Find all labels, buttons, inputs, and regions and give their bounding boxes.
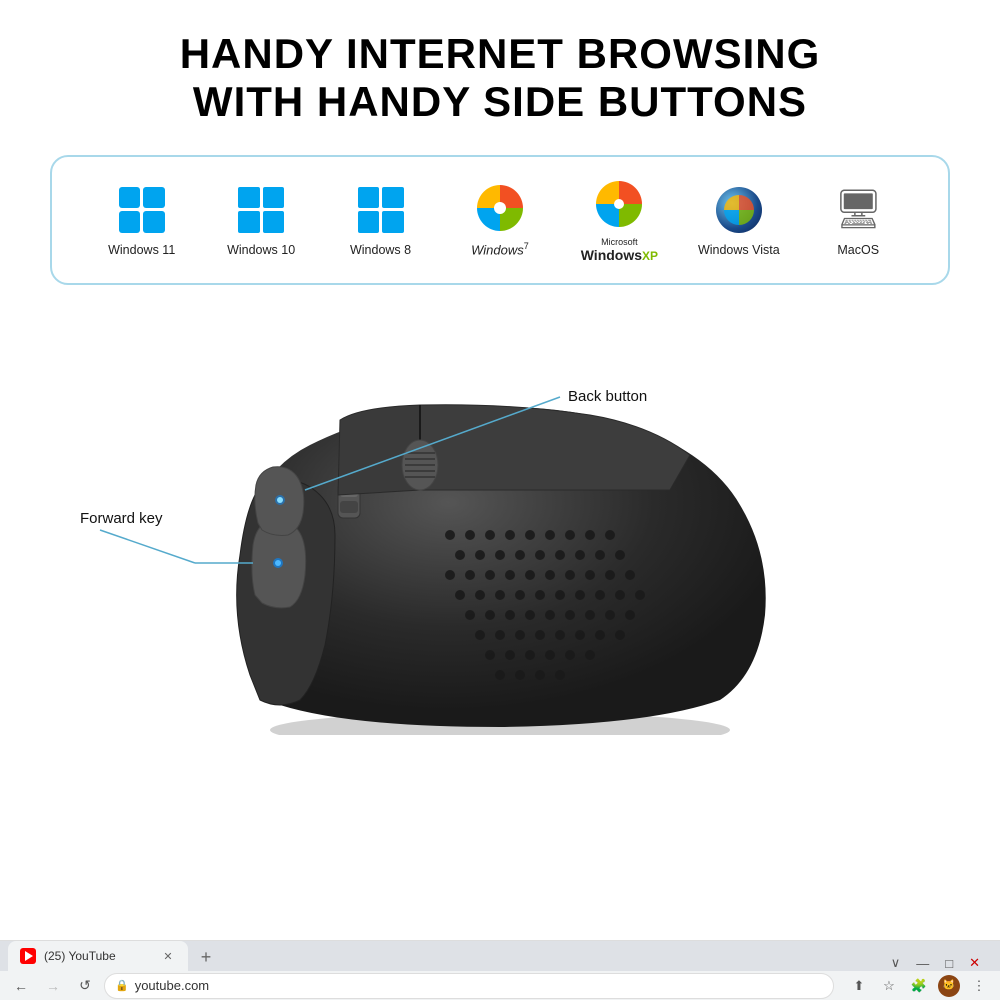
macos-icon: 🖥 <box>828 183 888 237</box>
headline-line1: HANDY INTERNET BROWSING <box>180 30 821 77</box>
address-bar[interactable]: 🔒 youtube.com <box>104 973 834 999</box>
windows10-icon <box>231 183 291 237</box>
os-label-windowsxp: Microsoft WindowsXP <box>581 237 658 263</box>
os-item-windows7: Windows7 <box>455 181 545 257</box>
windows8-icon <box>351 183 411 237</box>
os-label-windows8: Windows 8 <box>350 243 411 257</box>
back-nav-button[interactable]: ← <box>8 973 34 999</box>
mouse-diagram-svg: Back button Forward key <box>70 335 930 735</box>
window-close[interactable]: ✕ <box>969 955 980 971</box>
lock-icon: 🔒 <box>115 979 129 992</box>
window-minimize[interactable]: — <box>916 956 929 971</box>
forward-nav-button[interactable]: → <box>40 973 66 999</box>
headline-line2: WITH HANDY SIDE BUTTONS <box>193 78 807 125</box>
browser-chrome: (25) YouTube ✕ + ∨ — □ ✕ ← → ↺ 🔒 youtube… <box>0 940 1000 1000</box>
os-label-windows7: Windows7 <box>471 241 529 257</box>
windowsxp-icon <box>589 177 649 231</box>
os-item-windows11: Windows 11 <box>97 183 187 257</box>
address-text: youtube.com <box>135 978 209 993</box>
back-button-label: Back button <box>568 388 647 405</box>
tab-close-button[interactable]: ✕ <box>160 948 176 964</box>
share-button[interactable]: ⬆ <box>846 973 872 999</box>
os-item-windowsvista: Windows Vista <box>694 183 784 257</box>
reload-button[interactable]: ↺ <box>72 973 98 999</box>
os-label-macos: MacOS <box>837 243 879 257</box>
browser-tab-youtube[interactable]: (25) YouTube ✕ <box>8 941 188 971</box>
nav-actions: ⬆ ☆ 🧩 🐱 ⋮ <box>846 973 992 999</box>
os-label-windows11: Windows 11 <box>108 243 175 257</box>
bookmark-button[interactable]: ☆ <box>876 973 902 999</box>
nav-bar: ← → ↺ 🔒 youtube.com ⬆ ☆ 🧩 🐱 ⋮ <box>0 971 1000 1000</box>
windows11-icon <box>112 183 172 237</box>
os-item-windows10: Windows 10 <box>216 183 306 257</box>
menu-button[interactable]: ⋮ <box>966 973 992 999</box>
window-minimize-v[interactable]: ∨ <box>891 955 901 971</box>
os-compatibility-box: Windows 11 Windows 10 Windows 8 <box>50 155 950 285</box>
forward-key-label: Forward key <box>80 510 163 527</box>
profile-button[interactable]: 🐱 <box>936 973 962 999</box>
mouse-section: Back button Forward key <box>50 325 950 745</box>
windows7-icon <box>470 181 530 235</box>
os-item-macos: 🖥 MacOS <box>813 183 903 257</box>
tab-title: (25) YouTube <box>44 949 152 963</box>
tab-bar: (25) YouTube ✕ + ∨ — □ ✕ <box>0 941 1000 971</box>
windowsvista-icon <box>709 183 769 237</box>
os-label-windows10: Windows 10 <box>227 243 295 257</box>
extensions-button[interactable]: 🧩 <box>906 973 932 999</box>
os-item-windows8: Windows 8 <box>336 183 426 257</box>
youtube-favicon <box>20 948 36 964</box>
os-label-windowsvista: Windows Vista <box>698 243 780 257</box>
window-maximize[interactable]: □ <box>945 956 953 971</box>
window-controls: ∨ — □ ✕ <box>891 955 992 971</box>
headline: HANDY INTERNET BROWSING WITH HANDY SIDE … <box>180 30 821 127</box>
profile-avatar: 🐱 <box>938 975 960 997</box>
new-tab-button[interactable]: + <box>192 943 220 971</box>
os-item-windowsxp: Microsoft WindowsXP <box>574 177 664 263</box>
main-content: HANDY INTERNET BROWSING WITH HANDY SIDE … <box>0 0 1000 940</box>
